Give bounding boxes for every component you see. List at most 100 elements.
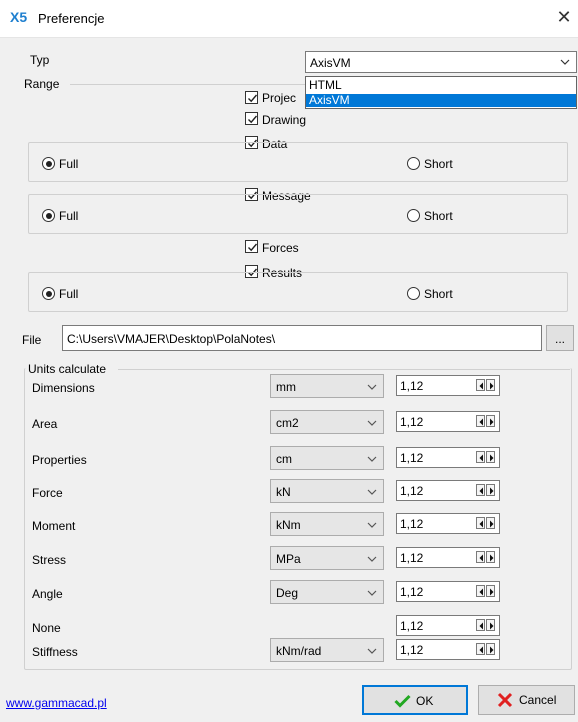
- unit-dropdown[interactable]: kNm: [270, 512, 384, 536]
- browse-button-label: ...: [555, 332, 566, 346]
- arrow-left-icon: [479, 646, 483, 654]
- spin-left-button[interactable]: [476, 415, 485, 427]
- spin-left-button[interactable]: [476, 451, 485, 463]
- message-range-frame: [28, 194, 568, 234]
- precision-value: 1,12: [400, 619, 424, 633]
- unit-dropdown[interactable]: mm: [270, 374, 384, 398]
- precision-value: 1,12: [400, 517, 424, 531]
- results-short-label: Short: [424, 287, 453, 301]
- arrow-left-icon: [479, 520, 483, 528]
- arrow-right-icon: [490, 454, 494, 462]
- unit-dropdown-value: MPa: [276, 552, 301, 566]
- data-short-radio[interactable]: [407, 157, 420, 170]
- forces-checkbox-label: Forces: [262, 241, 299, 255]
- precision-value: 1,12: [400, 551, 424, 565]
- spin-right-button[interactable]: [486, 451, 495, 463]
- ok-button[interactable]: OK: [362, 685, 468, 715]
- cancel-button[interactable]: Cancel: [478, 685, 575, 715]
- range-label: Range: [24, 77, 60, 91]
- unit-dropdown[interactable]: MPa: [270, 546, 384, 570]
- precision-field[interactable]: 1,12: [396, 547, 500, 568]
- data-full-label: Full: [59, 157, 79, 171]
- unit-dropdown-value: Deg: [276, 586, 299, 600]
- typ-option-html[interactable]: HTML: [306, 79, 576, 92]
- typ-selected-value: AxisVM: [310, 56, 351, 70]
- spin-right-button[interactable]: [486, 619, 495, 631]
- window-title: Preferencje: [38, 11, 105, 26]
- chevron-down-icon: [367, 456, 377, 462]
- precision-field[interactable]: 1,12: [396, 375, 500, 396]
- spin-right-button[interactable]: [486, 585, 495, 597]
- close-icon[interactable]: ✕: [554, 7, 574, 29]
- unit-row-label: Force: [32, 486, 63, 500]
- precision-field[interactable]: 1,12: [396, 581, 500, 602]
- spin-right-button[interactable]: [486, 551, 495, 563]
- spin-right-button[interactable]: [486, 643, 495, 655]
- results-short-radio[interactable]: [407, 287, 420, 300]
- cancel-x-icon: [497, 692, 513, 708]
- results-range-frame: [28, 272, 568, 312]
- unit-row-label: Stiffness: [32, 645, 78, 659]
- typ-dropdown[interactable]: AxisVM: [305, 51, 577, 73]
- typ-options-list: HTML AxisVM: [305, 76, 577, 109]
- precision-field[interactable]: 1,12: [396, 615, 500, 636]
- arrow-left-icon: [479, 454, 483, 462]
- arrow-left-icon: [479, 418, 483, 426]
- precision-field[interactable]: 1,12: [396, 447, 500, 468]
- spin-right-button[interactable]: [486, 484, 495, 496]
- file-path-input[interactable]: C:\Users\VMAJER\Desktop\PolaNotes\: [62, 325, 542, 351]
- typ-option-axisvm[interactable]: AxisVM: [306, 94, 576, 107]
- arrow-left-icon: [479, 382, 483, 390]
- precision-field[interactable]: 1,12: [396, 480, 500, 501]
- data-short-label: Short: [424, 157, 453, 171]
- unit-row-label: Area: [32, 417, 58, 431]
- chevron-down-icon: [560, 59, 570, 65]
- chevron-down-icon: [367, 489, 377, 495]
- message-full-radio[interactable]: [42, 209, 55, 222]
- spin-left-button[interactable]: [476, 379, 485, 391]
- precision-field[interactable]: 1,12: [396, 411, 500, 432]
- project-checkbox-label: Projec: [262, 91, 297, 105]
- arrow-right-icon: [490, 588, 494, 596]
- ok-button-label: OK: [416, 694, 434, 708]
- spin-left-button[interactable]: [476, 551, 485, 563]
- chevron-down-icon: [367, 384, 377, 390]
- unit-row-label: Dimensions: [32, 381, 95, 395]
- results-full-radio[interactable]: [42, 287, 55, 300]
- unit-dropdown-value: kNm: [276, 518, 301, 532]
- spin-right-button[interactable]: [486, 517, 495, 529]
- unit-row-label: Stress: [32, 553, 67, 567]
- arrow-left-icon: [479, 622, 483, 630]
- website-link[interactable]: www.gammacad.pl: [6, 696, 107, 710]
- spin-left-button[interactable]: [476, 484, 485, 496]
- precision-field[interactable]: 1,12: [396, 639, 500, 660]
- unit-dropdown[interactable]: cm: [270, 446, 384, 470]
- chevron-down-icon: [367, 648, 377, 654]
- drawing-checkbox[interactable]: [245, 112, 258, 125]
- precision-value: 1,12: [400, 643, 424, 657]
- unit-dropdown-value: kN: [276, 485, 291, 499]
- precision-field[interactable]: 1,12: [396, 513, 500, 534]
- spin-left-button[interactable]: [476, 643, 485, 655]
- file-label: File: [22, 333, 42, 347]
- message-short-radio[interactable]: [407, 209, 420, 222]
- project-checkbox[interactable]: [245, 91, 258, 104]
- spin-right-button[interactable]: [486, 415, 495, 427]
- unit-dropdown[interactable]: kNm/rad: [270, 638, 384, 662]
- spin-left-button[interactable]: [476, 619, 485, 631]
- unit-dropdown[interactable]: cm2: [270, 410, 384, 434]
- cancel-button-label: Cancel: [519, 693, 557, 707]
- spin-right-button[interactable]: [486, 379, 495, 391]
- spin-left-button[interactable]: [476, 517, 485, 529]
- arrow-right-icon: [490, 622, 494, 630]
- data-full-radio[interactable]: [42, 157, 55, 170]
- unit-dropdown[interactable]: Deg: [270, 580, 384, 604]
- checkmark-icon: [248, 94, 258, 103]
- browse-button[interactable]: ...: [546, 325, 574, 351]
- forces-checkbox[interactable]: [245, 240, 258, 253]
- spin-left-button[interactable]: [476, 585, 485, 597]
- unit-dropdown[interactable]: kN: [270, 479, 384, 503]
- file-path-value: C:\Users\VMAJER\Desktop\PolaNotes\: [67, 332, 276, 346]
- typ-label: Typ: [30, 53, 50, 67]
- results-full-label: Full: [59, 287, 79, 301]
